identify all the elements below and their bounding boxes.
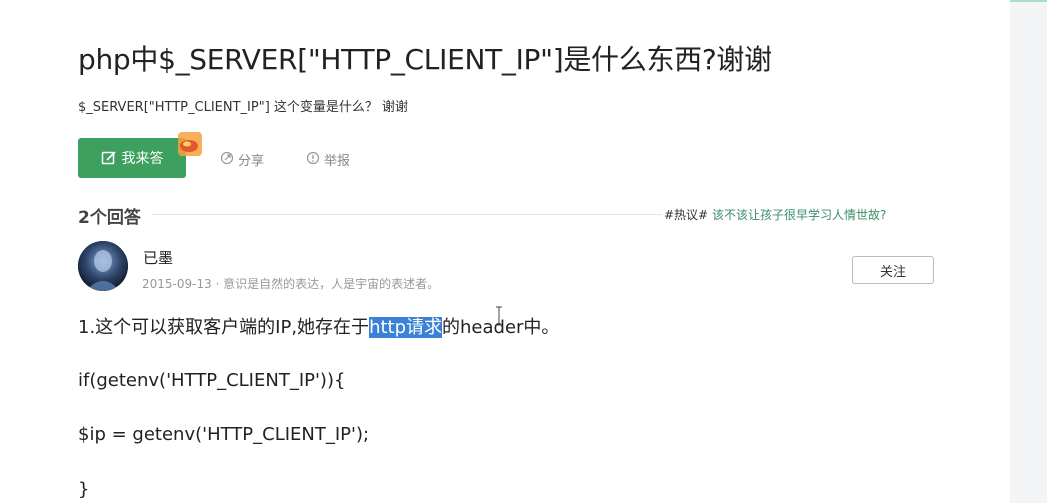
code-line-2: $ip = getenv('HTTP_CLIENT_IP');	[78, 424, 370, 445]
share-icon	[220, 151, 234, 169]
avatar[interactable]	[78, 241, 128, 291]
report-button[interactable]: 举报	[306, 150, 350, 169]
question-description: $_SERVER["HTTP_CLIENT_IP"] 这个变量是什么？ 谢谢	[78, 100, 409, 115]
author-name[interactable]: 已墨	[143, 247, 173, 268]
follow-button[interactable]: 关注	[852, 256, 934, 284]
question-card: php中$_SERVER["HTTP_CLIENT_IP"]是什么东西?谢谢 $…	[0, 0, 1010, 503]
hot-topic: #热议# 该不该让孩子很早学习人情世故?	[664, 206, 886, 223]
share-label: 分享	[238, 154, 265, 169]
answer-button-label: 我来答	[121, 151, 164, 167]
share-button[interactable]: 分享	[220, 150, 264, 169]
answer-button[interactable]: 我来答	[78, 138, 186, 178]
question-title: php中$_SERVER["HTTP_CLIENT_IP"]是什么东西?谢谢	[78, 43, 772, 76]
hot-topic-tag: #热议#	[664, 208, 709, 222]
code-line-3: }	[78, 479, 90, 500]
edit-icon	[101, 150, 117, 166]
answer-meta: 2015-09-13 · 意识是自然的表达，人是宇宙的表述者。	[142, 277, 440, 291]
answer-count: 2个回答	[78, 208, 141, 228]
selected-text: http请求	[369, 317, 443, 338]
hot-topic-link[interactable]: 该不该让孩子很早学习人情世故?	[712, 208, 886, 222]
report-label: 举报	[324, 154, 351, 169]
report-icon	[306, 151, 320, 169]
answer-line-1: 1.这个可以获取客户端的IP,她存在于http请求的header中。	[78, 313, 559, 339]
answer-line-1-before: 1.这个可以获取客户端的IP,她存在于	[78, 317, 370, 338]
reward-badge-icon	[172, 128, 206, 162]
code-line-1: if(getenv('HTTP_CLIENT_IP')){	[78, 370, 346, 391]
text-cursor-icon	[496, 306, 502, 326]
section-divider	[152, 214, 662, 215]
